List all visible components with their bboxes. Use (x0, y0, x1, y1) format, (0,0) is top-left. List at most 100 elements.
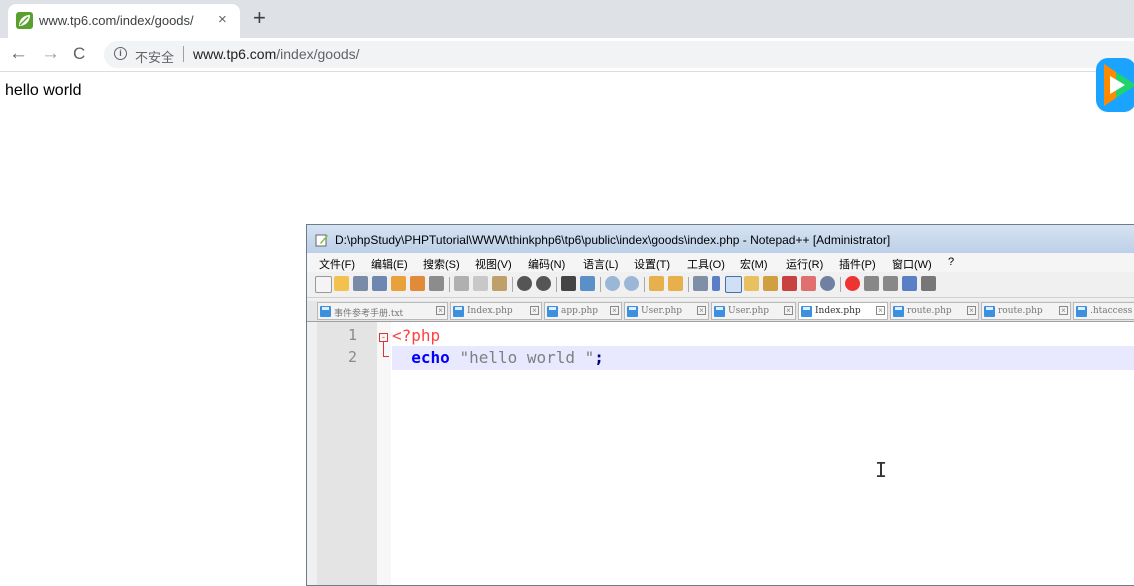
file-tab-label: Index.php (467, 306, 513, 316)
toolbar-separator (556, 277, 557, 292)
leaf-icon (16, 12, 33, 29)
file-tab-label: .htaccess (1090, 306, 1133, 316)
file-saved-icon (714, 306, 725, 317)
menu-tools[interactable]: 工具(O) (687, 256, 725, 272)
file-saved-icon (453, 306, 464, 317)
browser-tab[interactable]: www.tp6.com/index/goods/ × (8, 4, 240, 38)
menu-plugins[interactable]: 插件(P) (839, 256, 876, 272)
close-tab-icon[interactable]: × (967, 306, 976, 315)
text-cursor-icon: I (875, 458, 888, 482)
back-button[interactable]: ← (9, 43, 28, 65)
file-saved-icon (320, 306, 331, 317)
run-macro-multiple-icon[interactable] (902, 276, 917, 291)
toolbar-separator (688, 277, 689, 292)
file-tab[interactable]: User.php × (711, 302, 796, 320)
menu-settings[interactable]: 设置(T) (634, 256, 670, 272)
close-tab-icon[interactable]: × (530, 306, 539, 315)
toolbar-separator (449, 277, 450, 292)
menu-macro[interactable]: 宏(M) (740, 256, 768, 272)
fold-line (383, 342, 384, 357)
save-all-icon[interactable] (372, 276, 387, 291)
replace-icon[interactable] (580, 276, 595, 291)
file-tab[interactable]: .htaccess (1073, 302, 1134, 320)
close-tab-icon[interactable]: × (1059, 306, 1068, 315)
play-macro-icon[interactable] (883, 276, 898, 291)
window-titlebar[interactable]: D:\phpStudy\PHPTutorial\WWW\thinkphp6\tp… (307, 225, 1134, 253)
menu-run[interactable]: 运行(R) (786, 256, 823, 272)
show-all-characters-icon[interactable] (712, 276, 720, 291)
file-tab[interactable]: User.php × (624, 302, 709, 320)
close-tab-icon[interactable]: × (784, 306, 793, 315)
divider (183, 46, 184, 62)
copy-icon[interactable] (473, 276, 488, 291)
line-number: 1 (347, 326, 357, 344)
paste-icon[interactable] (492, 276, 507, 291)
close-tab-icon[interactable]: × (697, 306, 706, 315)
new-file-icon[interactable] (315, 276, 332, 293)
print-icon[interactable] (429, 276, 444, 291)
menu-edit[interactable]: 编辑(E) (371, 256, 408, 272)
menu-search[interactable]: 搜索(S) (423, 256, 460, 272)
function-list-icon[interactable] (763, 276, 778, 291)
close-all-icon[interactable] (410, 276, 425, 291)
file-tab[interactable]: route.php × (981, 302, 1071, 320)
file-tab-label: User.php (641, 306, 683, 316)
fold-end (383, 356, 389, 357)
zoom-in-icon[interactable] (605, 276, 620, 291)
close-tab-icon[interactable]: × (218, 11, 227, 28)
forward-button[interactable]: → (41, 43, 60, 65)
new-tab-button[interactable]: + (253, 6, 266, 30)
stop-macro-icon[interactable] (864, 276, 879, 291)
close-icon[interactable] (391, 276, 406, 291)
url-text[interactable]: www.tp6.com/index/goods/ (193, 46, 360, 62)
cut-icon[interactable] (454, 276, 469, 291)
close-tab-icon[interactable]: × (610, 306, 619, 315)
file-tab-label: 事件参考手册.txt (334, 309, 404, 319)
code-line-1: <?php (392, 326, 440, 345)
address-bar[interactable]: i 不安全 www.tp6.com/index/goods/ (104, 41, 1134, 68)
info-icon[interactable]: i (114, 47, 127, 60)
save-icon[interactable] (353, 276, 368, 291)
word-wrap-icon[interactable] (693, 276, 708, 291)
notepad-plus-plus-window: D:\phpStudy\PHPTutorial\WWW\thinkphp6\tp… (306, 224, 1134, 586)
video-player-app-icon[interactable] (1094, 54, 1134, 116)
toolbar-separator (512, 277, 513, 292)
record-macro-icon[interactable] (845, 276, 860, 291)
file-saved-icon (1076, 306, 1087, 317)
echo-keyword: echo (411, 348, 450, 367)
window-title: D:\phpStudy\PHPTutorial\WWW\thinkphp6\tp… (335, 233, 891, 247)
code-editor[interactable]: - 1 2 <?php echo "hello world "; (317, 322, 1134, 585)
folder-workspace-icon[interactable] (782, 276, 797, 291)
menu-view[interactable]: 视图(V) (475, 256, 512, 272)
undo-icon[interactable] (517, 276, 532, 291)
menu-encoding[interactable]: 编码(N) (528, 256, 565, 272)
menu-window[interactable]: 窗口(W) (892, 256, 932, 272)
file-saved-icon (547, 306, 558, 317)
doc-map-icon[interactable] (744, 276, 759, 291)
menu-file[interactable]: 文件(F) (319, 256, 355, 272)
sync-vertical-icon[interactable] (649, 276, 664, 291)
menu-language[interactable]: 语言(L) (583, 256, 618, 272)
reload-button[interactable]: C (73, 43, 85, 65)
find-icon[interactable] (561, 276, 576, 291)
file-tab[interactable]: app.php × (544, 302, 622, 320)
zoom-out-icon[interactable] (624, 276, 639, 291)
security-label[interactable]: 不安全 (135, 47, 174, 66)
indent-guide-icon[interactable] (725, 276, 742, 293)
file-tab-active[interactable]: Index.php × (798, 302, 888, 320)
monitoring-icon[interactable] (801, 276, 816, 291)
redo-icon[interactable] (536, 276, 551, 291)
close-tab-icon[interactable]: × (876, 306, 885, 315)
close-tab-icon[interactable]: × (436, 306, 445, 315)
sync-horizontal-icon[interactable] (668, 276, 683, 291)
open-file-icon[interactable] (334, 276, 349, 291)
eye-icon[interactable] (820, 276, 835, 291)
menu-help[interactable]: ? (948, 256, 954, 268)
save-macro-icon[interactable] (921, 276, 936, 291)
file-tab[interactable]: Index.php × (450, 302, 542, 320)
file-tab-label: route.php (907, 306, 952, 316)
file-tab[interactable]: 事件参考手册.txt × (317, 302, 448, 320)
fold-collapse-icon[interactable]: - (379, 333, 388, 342)
file-tab[interactable]: route.php × (890, 302, 979, 320)
php-open-tag: <?php (392, 326, 441, 345)
